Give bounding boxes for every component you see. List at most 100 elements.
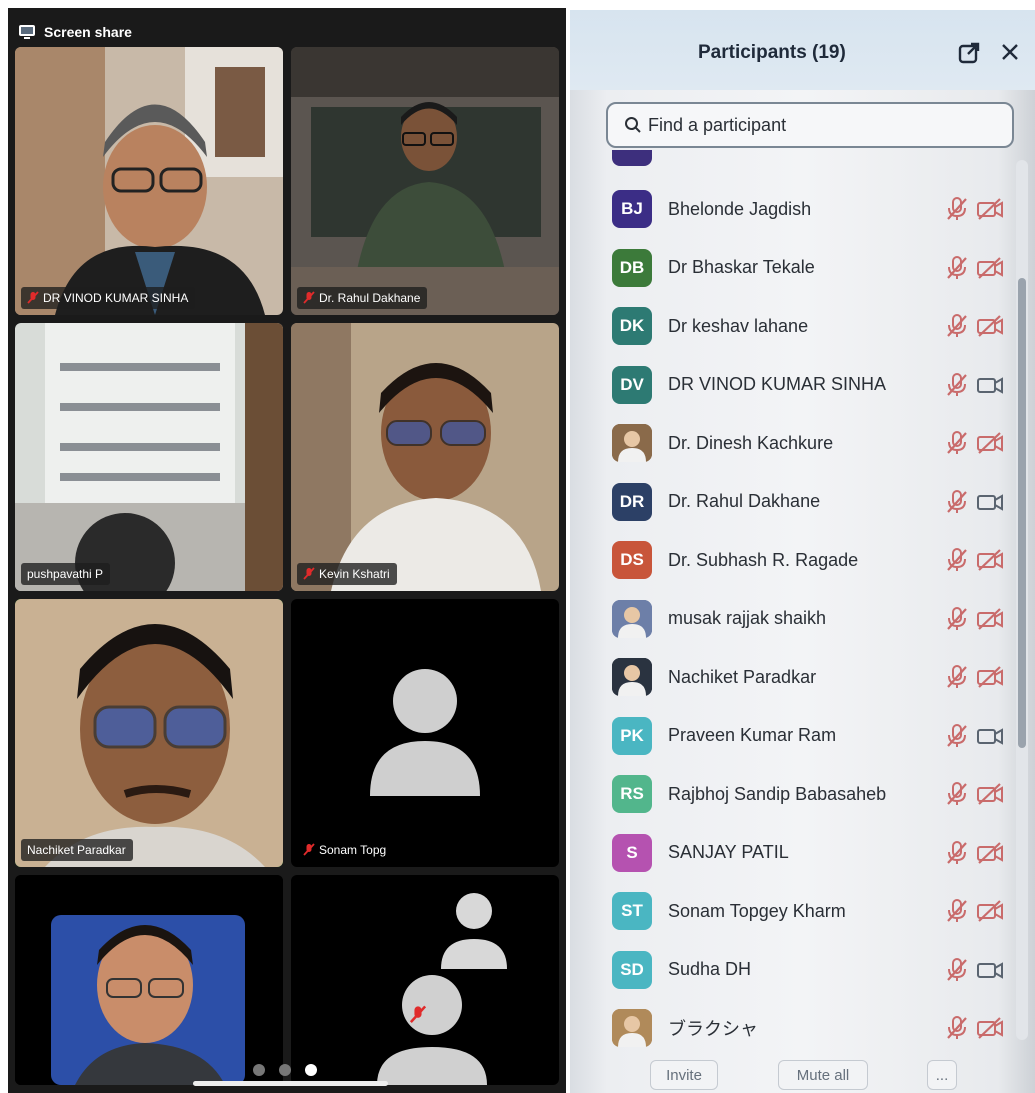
participant-name: Nachiket Paradkar (668, 666, 817, 687)
page-dot[interactable] (279, 1064, 291, 1076)
participant-name: Dr. Rahul Dakhane (668, 491, 821, 511)
participant-row[interactable]: BJ Bhelonde Jagdish (570, 181, 1010, 237)
video-tile-nachiket[interactable]: Nachiket Paradkar (15, 599, 283, 867)
participant-avatar: DK (612, 307, 652, 345)
participant-avatar: DV (612, 365, 652, 404)
camera-off-icon[interactable] (976, 665, 1004, 689)
mic-muted-icon[interactable] (945, 781, 969, 807)
participant-avatar: SD (612, 950, 652, 989)
participant-row[interactable]: S SANJAY PATIL (570, 825, 1010, 881)
mic-muted-icon (303, 567, 315, 580)
more-options-button[interactable]: ... (927, 1060, 957, 1090)
mic-muted-icon[interactable] (945, 255, 969, 281)
participant-name: Dr. Subhash R. Ragade (668, 549, 859, 570)
popout-icon[interactable] (958, 42, 980, 64)
camera-off-icon[interactable] (976, 256, 1004, 280)
participants-footer: Invite Mute all ... (570, 1050, 1035, 1093)
participant-name-tag: Nachiket Paradkar (21, 839, 133, 861)
home-indicator[interactable] (193, 1081, 388, 1086)
mic-muted-icon[interactable] (945, 723, 969, 749)
participant-row[interactable]: Nachiket Paradkar (570, 649, 1010, 705)
participant-name: musak rajjak shaikh (668, 608, 827, 628)
close-icon[interactable] (998, 40, 1022, 64)
search-input[interactable] (648, 114, 1008, 136)
mic-muted-icon[interactable] (945, 372, 969, 398)
search-icon (625, 117, 641, 133)
mic-muted-icon[interactable] (945, 840, 969, 866)
camera-off-icon[interactable] (976, 841, 1004, 865)
page-dot-current[interactable] (305, 1064, 317, 1076)
participant-name-tag: pushpavathi P (21, 563, 111, 585)
mic-muted-icon[interactable] (945, 898, 969, 924)
mic-muted-icon[interactable] (945, 489, 969, 515)
participant-name: Rajbhoj Sandip Babasaheb (668, 783, 887, 804)
mute-all-button[interactable]: Mute all (778, 1060, 868, 1090)
participant-name: SANJAY PATIL (668, 842, 789, 862)
scrollbar-thumb[interactable] (1018, 278, 1026, 748)
video-gallery: Screen share DR VINOD KUMAR SINHA Dr. Ra… (8, 8, 566, 1093)
video-tile-profile-photo[interactable] (15, 875, 283, 1085)
video-feed (15, 323, 283, 591)
mic-muted-icon[interactable] (945, 664, 969, 690)
participant-row[interactable]: DK Dr keshav lahane (570, 298, 1010, 354)
participant-avatar (612, 1009, 652, 1047)
participant-name: Praveen Kumar Ram (668, 725, 837, 745)
mic-muted-icon (303, 291, 315, 304)
participant-row[interactable]: DS Dr. Subhash R. Ragade (570, 532, 1010, 588)
camera-off-icon[interactable] (976, 1016, 1004, 1040)
default-avatar-icon (377, 975, 487, 1085)
mic-muted-icon[interactable] (945, 1015, 969, 1041)
camera-off-icon[interactable] (976, 197, 1004, 221)
participant-avatar: ST (612, 892, 652, 930)
page-dot[interactable] (253, 1064, 265, 1076)
video-tile-sonam[interactable]: Sonam Topg (291, 599, 559, 867)
participant-row[interactable]: DR Dr. Rahul Dakhane (570, 474, 1010, 530)
participants-title: Participants (19) (698, 42, 846, 63)
mic-muted-icon[interactable] (945, 196, 969, 222)
screen-share-indicator[interactable]: Screen share (18, 20, 132, 44)
invite-button[interactable]: Invite (650, 1060, 718, 1090)
participant-row[interactable]: Dr. Dinesh Kachkure (570, 415, 1010, 471)
participant-name-tag: Sonam Topg (297, 839, 393, 861)
participant-row[interactable]: SD Sudha DH (570, 942, 1010, 998)
mic-muted-icon (303, 843, 315, 856)
participant-row[interactable]: musak rajjak shaikh (570, 591, 1010, 647)
mic-muted-icon[interactable] (945, 547, 969, 573)
search-box[interactable] (606, 102, 1014, 148)
video-tile-no-video[interactable] (291, 875, 559, 1085)
camera-on-icon[interactable] (976, 373, 1004, 397)
video-feed (291, 47, 559, 315)
camera-on-icon[interactable] (976, 490, 1004, 514)
camera-off-icon[interactable] (976, 782, 1004, 806)
participant-row[interactable]: ST Sonam Topgey Kharm (570, 883, 1010, 939)
participant-name: pushpavathi P (27, 567, 104, 581)
mic-muted-icon[interactable] (945, 606, 969, 632)
participant-row[interactable]: PK Praveen Kumar Ram (570, 708, 1010, 764)
mic-muted-icon[interactable] (945, 313, 969, 339)
participant-row[interactable]: ブラクシャ (570, 1000, 1010, 1056)
participant-avatar: BJ (612, 190, 652, 228)
page-indicator[interactable] (253, 1064, 317, 1076)
video-tile-rahul[interactable]: Dr. Rahul Dakhane (291, 47, 559, 315)
participant-avatar (612, 658, 652, 696)
participants-panel: Participants (19) BJ Bhelonde Jagdish DB Dr… (570, 10, 1035, 1093)
camera-off-icon[interactable] (976, 607, 1004, 631)
mic-muted-icon[interactable] (945, 430, 969, 456)
camera-off-icon[interactable] (976, 548, 1004, 572)
camera-off-icon[interactable] (976, 314, 1004, 338)
camera-off-icon[interactable] (976, 431, 1004, 455)
camera-on-icon[interactable] (976, 724, 1004, 748)
video-feed (291, 323, 559, 591)
screen-share-label: Screen share (44, 24, 132, 40)
mic-muted-icon[interactable] (945, 957, 969, 983)
video-tile-vinod[interactable]: DR VINOD KUMAR SINHA (15, 47, 283, 315)
camera-on-icon[interactable] (976, 958, 1004, 982)
participant-row[interactable]: DV DR VINOD KUMAR SINHA (570, 357, 1010, 413)
video-tile-pushpavathi[interactable]: pushpavathi P (15, 323, 283, 591)
video-tile-kevin[interactable]: Kevin Kshatri (291, 323, 559, 591)
participant-name: ブラクシャ (668, 1019, 758, 1039)
participant-row[interactable]: RS Rajbhoj Sandip Babasaheb (570, 766, 1010, 822)
partial-avatar (612, 150, 652, 166)
participant-row[interactable]: DB Dr Bhaskar Tekale (570, 240, 1010, 296)
camera-off-icon[interactable] (976, 899, 1004, 923)
